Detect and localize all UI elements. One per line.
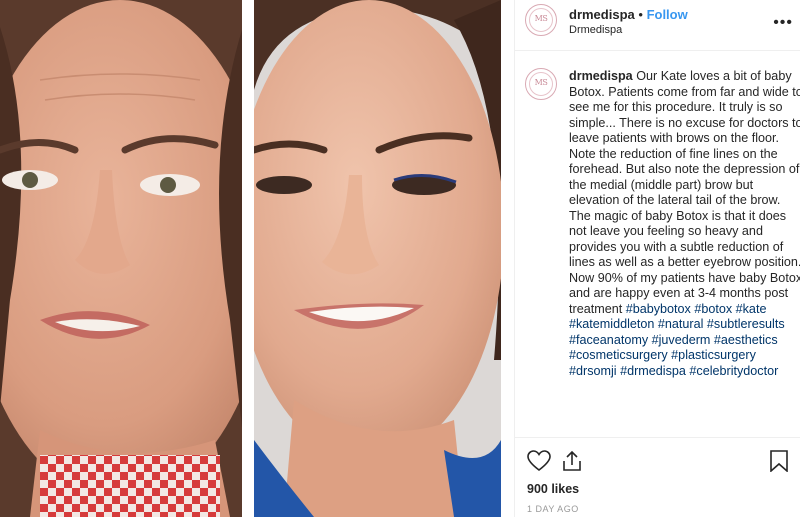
after-photo xyxy=(254,0,501,517)
photo-divider xyxy=(242,0,254,517)
post-timestamp: 1 DAY AGO xyxy=(527,504,579,514)
share-icon[interactable] xyxy=(561,450,583,477)
header-username[interactable]: drmedispa xyxy=(569,7,635,22)
follow-button[interactable]: Follow xyxy=(647,7,688,22)
heart-icon[interactable] xyxy=(527,450,551,477)
before-photo-image xyxy=(0,0,242,517)
post-panel: MS drmedispa • Follow Drmedispa ••• MS d… xyxy=(514,0,800,517)
post-header: MS drmedispa • Follow Drmedispa ••• xyxy=(515,0,800,51)
caption-text: Our Kate loves a bit of baby Botox. Pati… xyxy=(569,69,800,316)
more-options-icon[interactable]: ••• xyxy=(773,14,793,32)
post-caption: drmedispa Our Kate loves a bit of baby B… xyxy=(569,69,800,379)
profile-avatar[interactable]: MS xyxy=(525,4,557,36)
header-title-row: drmedispa • Follow xyxy=(569,7,688,22)
post-actions: 900 likes 1 DAY AGO xyxy=(515,437,800,518)
avatar-monogram: MS xyxy=(534,78,548,87)
avatar-monogram: MS xyxy=(534,14,548,23)
header-subtitle: Drmedispa xyxy=(569,24,623,36)
caption-avatar[interactable]: MS xyxy=(525,68,557,100)
likes-count[interactable]: 900 likes xyxy=(527,482,579,496)
after-photo-image xyxy=(254,0,501,517)
before-photo xyxy=(0,0,242,517)
bookmark-icon[interactable] xyxy=(769,450,789,477)
caption-username[interactable]: drmedispa xyxy=(569,69,633,83)
header-separator: • xyxy=(638,7,643,22)
